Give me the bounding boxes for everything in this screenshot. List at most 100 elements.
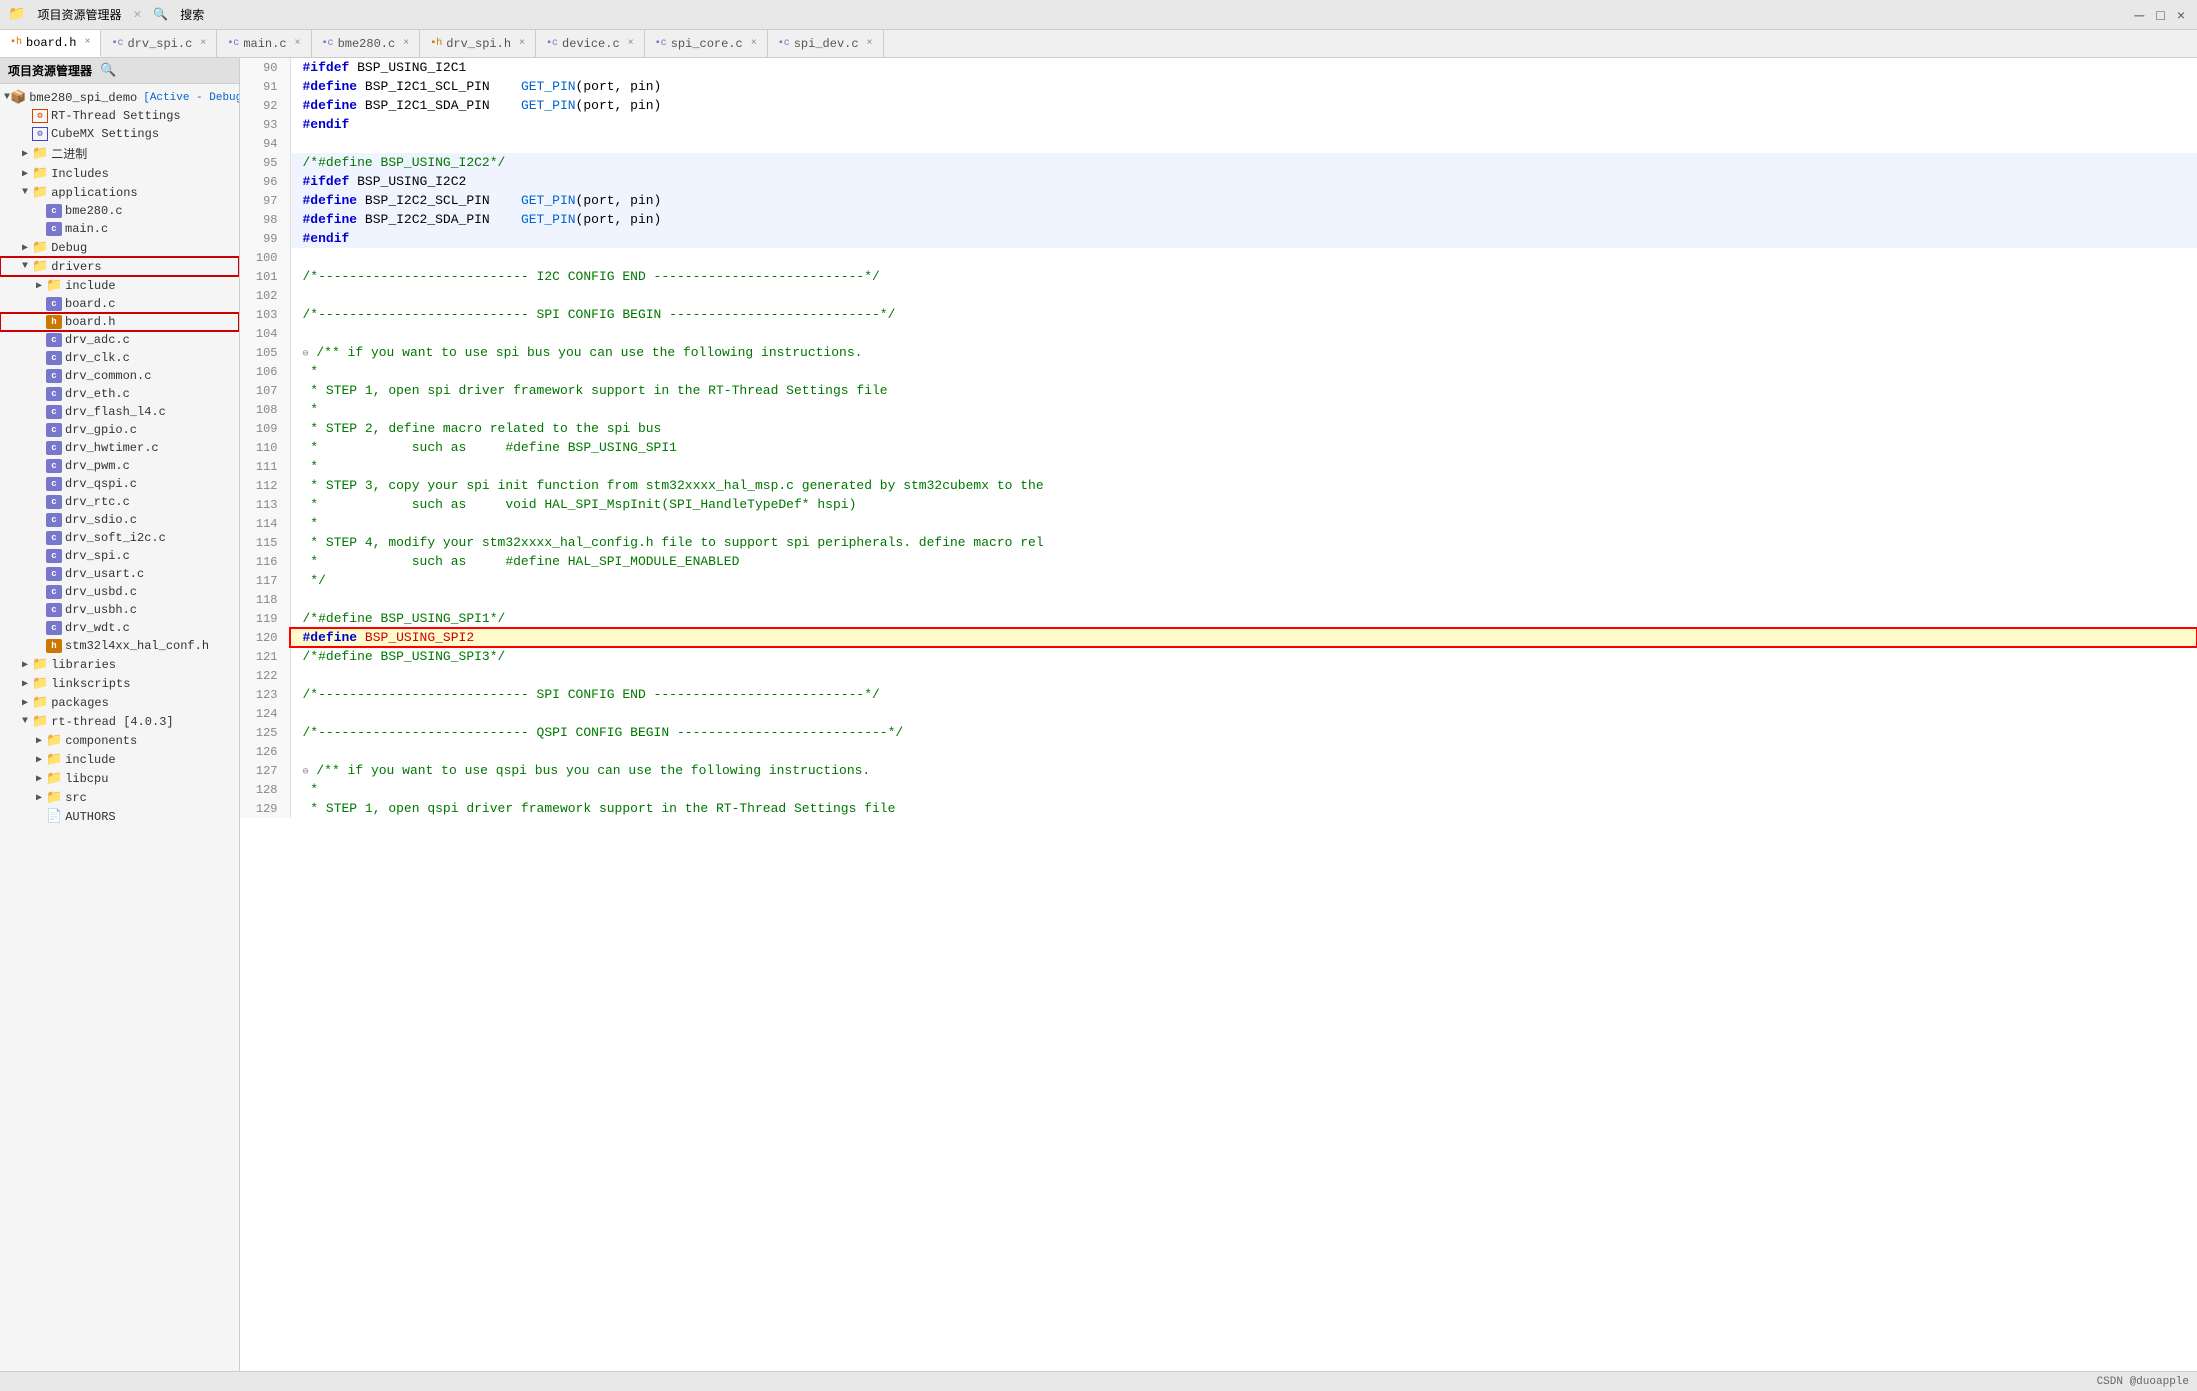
tree-item-cubemx[interactable]: ⚙CubeMX Settings — [0, 125, 239, 143]
tab-close-spi_dev_c[interactable]: × — [867, 38, 873, 49]
tab-close-main_c[interactable]: × — [295, 38, 301, 49]
tab-board_h[interactable]: ▪hboard.h× — [0, 30, 101, 57]
tree-item-drv_qspi_c[interactable]: cdrv_qspi.c — [0, 475, 239, 493]
tree-item-include_rt[interactable]: ▶📁include — [0, 750, 239, 769]
line-code-93[interactable]: #endif — [290, 115, 2197, 134]
tree-item-stm32l4xx_hal_conf_h[interactable]: hstm32l4xx_hal_conf.h — [0, 637, 239, 655]
line-code-104[interactable] — [290, 324, 2197, 343]
tree-item-linkscripts[interactable]: ▶📁linkscripts — [0, 674, 239, 693]
line-code-98[interactable]: #define BSP_I2C2_SDA_PIN GET_PIN(port, p… — [290, 210, 2197, 229]
tab-spi_core_c[interactable]: ▪cspi_core.c× — [645, 30, 768, 57]
tree-item-drv_soft_i2c_c[interactable]: cdrv_soft_i2c.c — [0, 529, 239, 547]
tree-item-drv_usart_c[interactable]: cdrv_usart.c — [0, 565, 239, 583]
tree-item-root[interactable]: ▼📦bme280_spi_demo[Active - Debug] — [0, 88, 239, 107]
tab-close-drv_spi_c[interactable]: × — [200, 38, 206, 49]
tree-item-libraries[interactable]: ▶📁libraries — [0, 655, 239, 674]
line-code-107[interactable]: * STEP 1, open spi driver framework supp… — [290, 381, 2197, 400]
line-code-92[interactable]: #define BSP_I2C1_SDA_PIN GET_PIN(port, p… — [290, 96, 2197, 115]
line-code-124[interactable] — [290, 704, 2197, 723]
tree-item-drv_clk_c[interactable]: cdrv_clk.c — [0, 349, 239, 367]
tree-item-drv_wdt_c[interactable]: cdrv_wdt.c — [0, 619, 239, 637]
tree-item-board_h[interactable]: hboard.h — [0, 313, 239, 331]
tree-item-drv_eth_c[interactable]: cdrv_eth.c — [0, 385, 239, 403]
tree-item-components[interactable]: ▶📁components — [0, 731, 239, 750]
line-code-106[interactable]: * — [290, 362, 2197, 381]
line-code-119[interactable]: /*#define BSP_USING_SPI1*/ — [290, 609, 2197, 628]
line-code-97[interactable]: #define BSP_I2C2_SCL_PIN GET_PIN(port, p… — [290, 191, 2197, 210]
line-code-116[interactable]: * such as #define HAL_SPI_MODULE_ENABLED — [290, 552, 2197, 571]
tree-item-bme280_c[interactable]: cbme280.c — [0, 202, 239, 220]
tree-item-includes[interactable]: ▶📁Includes — [0, 164, 239, 183]
tree-item-debug[interactable]: ▶📁Debug — [0, 238, 239, 257]
minimize-button[interactable]: ─ — [2130, 5, 2148, 25]
line-code-115[interactable]: * STEP 4, modify your stm32xxxx_hal_conf… — [290, 533, 2197, 552]
tab-spi_dev_c[interactable]: ▪cspi_dev.c× — [768, 30, 884, 57]
line-code-103[interactable]: /*--------------------------- SPI CONFIG… — [290, 305, 2197, 324]
tree-item-applications[interactable]: ▼📁applications — [0, 183, 239, 202]
tree-item-binary[interactable]: ▶📁二进制 — [0, 143, 239, 164]
line-code-121[interactable]: /*#define BSP_USING_SPI3*/ — [290, 647, 2197, 666]
tree-item-drv_pwm_c[interactable]: cdrv_pwm.c — [0, 457, 239, 475]
tree-item-drv_sdio_c[interactable]: cdrv_sdio.c — [0, 511, 239, 529]
line-code-120[interactable]: #define BSP_USING_SPI2 — [290, 628, 2197, 647]
line-code-91[interactable]: #define BSP_I2C1_SCL_PIN GET_PIN(port, p… — [290, 77, 2197, 96]
line-code-96[interactable]: #ifdef BSP_USING_I2C2 — [290, 172, 2197, 191]
line-code-128[interactable]: * — [290, 780, 2197, 799]
line-code-95[interactable]: /*#define BSP_USING_I2C2*/ — [290, 153, 2197, 172]
tree-item-authors[interactable]: 📄AUTHORS — [0, 807, 239, 826]
tree-item-src[interactable]: ▶📁src — [0, 788, 239, 807]
tree-item-drv_gpio_c[interactable]: cdrv_gpio.c — [0, 421, 239, 439]
tab-drv_spi_h[interactable]: ▪hdrv_spi.h× — [420, 30, 536, 57]
tab-drv_spi_c[interactable]: ▪cdrv_spi.c× — [101, 30, 217, 57]
tree-item-libcpu[interactable]: ▶📁libcpu — [0, 769, 239, 788]
line-code-109[interactable]: * STEP 2, define macro related to the sp… — [290, 419, 2197, 438]
tab-device_c[interactable]: ▪cdevice.c× — [536, 30, 645, 57]
line-code-112[interactable]: * STEP 3, copy your spi init function fr… — [290, 476, 2197, 495]
tree-item-drv_flash_l4_c[interactable]: cdrv_flash_l4.c — [0, 403, 239, 421]
tree-item-rt_settings[interactable]: ⚙RT-Thread Settings — [0, 107, 239, 125]
tab-close-spi_core_c[interactable]: × — [751, 38, 757, 49]
line-code-110[interactable]: * such as #define BSP_USING_SPI1 — [290, 438, 2197, 457]
tree-item-include_folder[interactable]: ▶📁include — [0, 276, 239, 295]
tree-item-drv_hwtimer_c[interactable]: cdrv_hwtimer.c — [0, 439, 239, 457]
line-code-127[interactable]: ⊖ /** if you want to use qspi bus you ca… — [290, 761, 2197, 780]
close-button[interactable]: × — [2173, 5, 2189, 25]
tree-item-drv_usbh_c[interactable]: cdrv_usbh.c — [0, 601, 239, 619]
tree-item-drv_spi_c[interactable]: cdrv_spi.c — [0, 547, 239, 565]
tree-item-packages[interactable]: ▶📁packages — [0, 693, 239, 712]
tab-close-board_h[interactable]: × — [84, 37, 90, 48]
line-code-114[interactable]: * — [290, 514, 2197, 533]
tree-item-drv_rtc_c[interactable]: cdrv_rtc.c — [0, 493, 239, 511]
line-code-129[interactable]: * STEP 1, open qspi driver framework sup… — [290, 799, 2197, 818]
tab-close-drv_spi_h[interactable]: × — [519, 38, 525, 49]
line-code-90[interactable]: #ifdef BSP_USING_I2C1 — [290, 58, 2197, 77]
line-code-113[interactable]: * such as void HAL_SPI_MspInit(SPI_Handl… — [290, 495, 2197, 514]
line-code-100[interactable] — [290, 248, 2197, 267]
tab-main_c[interactable]: ▪cmain.c× — [217, 30, 311, 57]
restore-button[interactable]: □ — [2152, 5, 2168, 25]
line-code-125[interactable]: /*--------------------------- QSPI CONFI… — [290, 723, 2197, 742]
line-code-102[interactable] — [290, 286, 2197, 305]
line-code-122[interactable] — [290, 666, 2197, 685]
line-code-94[interactable] — [290, 134, 2197, 153]
line-code-123[interactable]: /*--------------------------- SPI CONFIG… — [290, 685, 2197, 704]
tree-item-rt_thread[interactable]: ▼📁rt-thread [4.0.3] — [0, 712, 239, 731]
code-content[interactable]: 90#ifdef BSP_USING_I2C191#define BSP_I2C… — [240, 58, 2197, 1371]
tab-close-device_c[interactable]: × — [628, 38, 634, 49]
line-code-117[interactable]: */ — [290, 571, 2197, 590]
tree-item-main_c[interactable]: cmain.c — [0, 220, 239, 238]
tab-bme280_c[interactable]: ▪cbme280.c× — [312, 30, 421, 57]
line-code-126[interactable] — [290, 742, 2197, 761]
line-code-105[interactable]: ⊖ /** if you want to use spi bus you can… — [290, 343, 2197, 362]
line-code-101[interactable]: /*--------------------------- I2C CONFIG… — [290, 267, 2197, 286]
line-code-111[interactable]: * — [290, 457, 2197, 476]
line-code-99[interactable]: #endif — [290, 229, 2197, 248]
tab-close-bme280_c[interactable]: × — [403, 38, 409, 49]
tree-item-drv_common_c[interactable]: cdrv_common.c — [0, 367, 239, 385]
tree-item-drv_adc_c[interactable]: cdrv_adc.c — [0, 331, 239, 349]
tree-item-drivers[interactable]: ▼📁drivers — [0, 257, 239, 276]
tree-item-board_c[interactable]: cboard.c — [0, 295, 239, 313]
tree-item-drv_usbd_c[interactable]: cdrv_usbd.c — [0, 583, 239, 601]
line-code-108[interactable]: * — [290, 400, 2197, 419]
sidebar-search-icon[interactable]: 🔍 — [100, 63, 116, 78]
